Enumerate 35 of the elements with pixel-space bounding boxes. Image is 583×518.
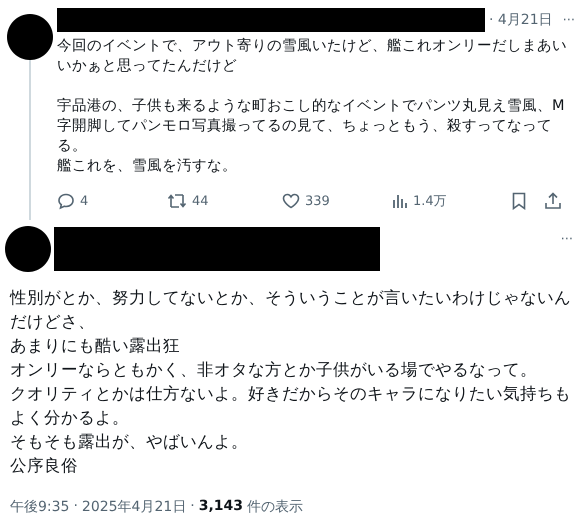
- view-count: 3,143: [198, 498, 244, 516]
- post-text: 今回のイベントで、アウト寄りの雪風いたけど、艦これオンリーだしまあい: [57, 36, 568, 56]
- more-button[interactable]: ···: [560, 232, 573, 246]
- post-text: 性別がとか、努力してないとか、そういうことが言いたいわけじゃないん: [10, 287, 572, 309]
- comment-icon[interactable]: [57, 192, 75, 210]
- bookmark-icon[interactable]: [512, 192, 526, 210]
- post-text: そもそも露出が、やばいんよ。: [10, 431, 249, 453]
- post-date[interactable]: 2025年4月21日: [82, 498, 186, 516]
- action-count: 339: [305, 194, 330, 208]
- avatar[interactable]: [5, 226, 51, 272]
- post-text: 公序良俗: [10, 455, 79, 477]
- post-text: クオリティとかは仕方ないよ。好きだからそのキャラになりたい気持ちも: [10, 383, 572, 405]
- post-text: オンリーならともかく、非オタな方とか子供がいる場でやるなって。: [10, 359, 538, 381]
- post-time[interactable]: 午後9:35: [10, 498, 70, 516]
- post-text: る。: [57, 137, 88, 156]
- views-label: 件の表示: [247, 498, 304, 516]
- post-text: 艦これを、雪風を汚すな。: [57, 157, 238, 176]
- bar-chart-icon[interactable]: [392, 193, 408, 209]
- action-count: 4: [80, 194, 88, 208]
- post-date[interactable]: · 4月21日: [489, 11, 553, 29]
- repost-icon[interactable]: [167, 192, 187, 210]
- post-text: 宇品港の、子供も来るような町おこし的なイベントでパンツ丸見え雪風、M: [57, 96, 566, 116]
- action-count: 1.4万: [413, 193, 447, 210]
- post-text: よく分かるよ。: [10, 407, 130, 429]
- more-button[interactable]: ···: [562, 12, 575, 28]
- separator-dot: ·: [73, 498, 78, 516]
- avatar[interactable]: [6, 14, 52, 60]
- post-text: いかぁと思ってたんだけど: [57, 57, 238, 76]
- post-text: だけどさ、: [10, 311, 96, 333]
- action-count: 44: [192, 194, 209, 208]
- heart-icon[interactable]: [282, 193, 300, 209]
- post-text: あまりにも酷い露出狂: [10, 335, 181, 357]
- post-text: 字開脚してパンモロ写真撮ってるの見て、ちょっともう、殺すってなって: [57, 116, 553, 136]
- share-icon[interactable]: [544, 192, 562, 210]
- separator-dot: ·: [190, 498, 195, 516]
